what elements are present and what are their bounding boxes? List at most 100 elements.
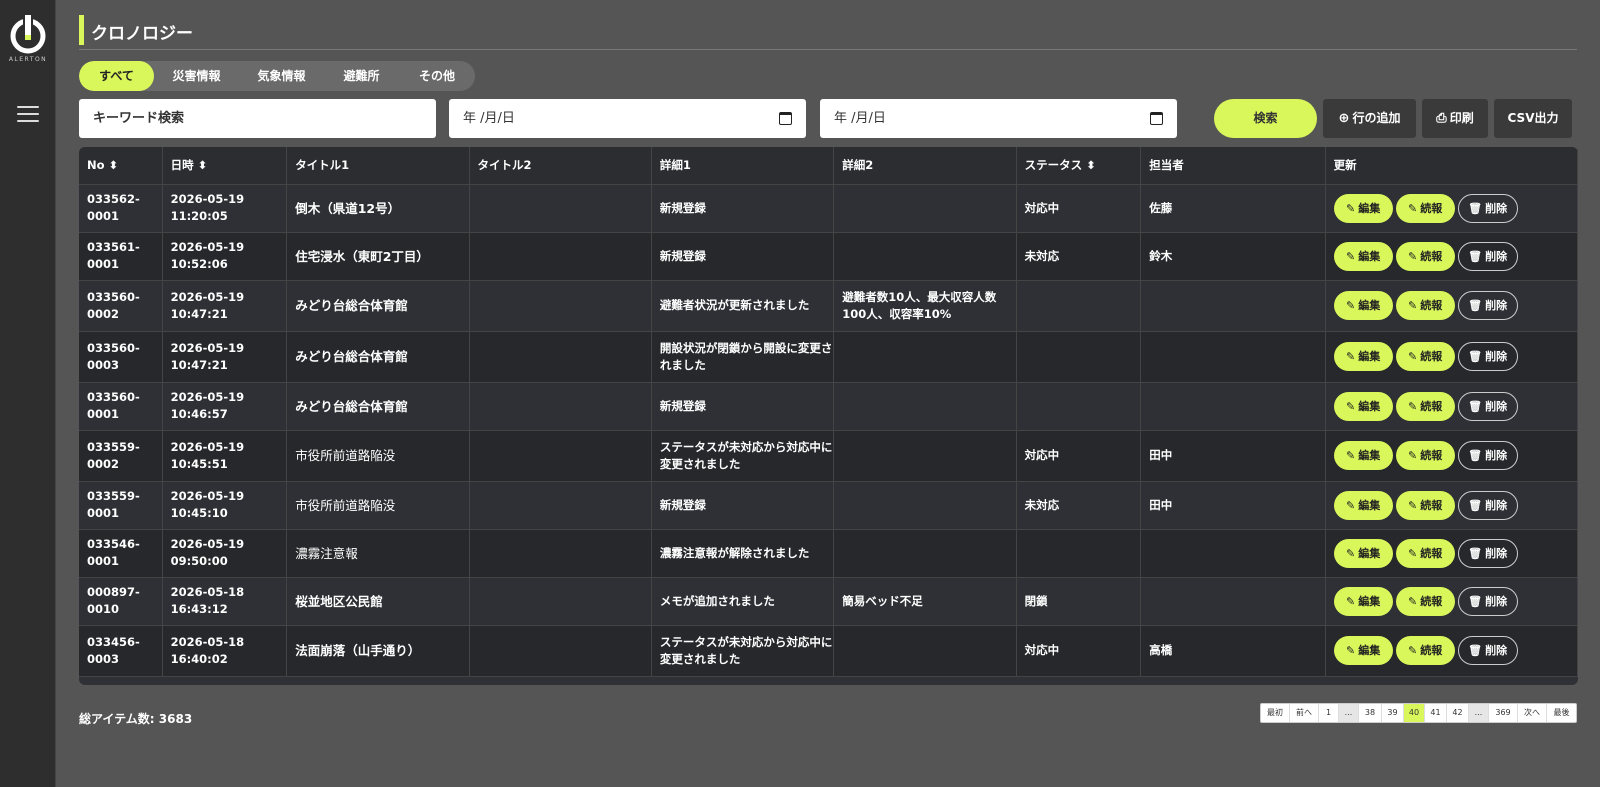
cell-no: 033546-0001	[79, 529, 163, 578]
csv-export-button[interactable]: CSV出力	[1494, 99, 1572, 138]
table-row[interactable]: 033562-0001 2026-05-19 11:20:05 倒木（県道12号） 新…	[79, 184, 1578, 233]
edit-button[interactable]: ✎ 編集	[1333, 441, 1393, 470]
followup-button[interactable]: ✎ 続報	[1395, 342, 1455, 371]
add-row-button[interactable]: ⊕ 行の追加	[1323, 99, 1416, 138]
delete-button[interactable]: 🗑 削除	[1457, 193, 1518, 223]
cell-assignee	[1140, 280, 1326, 332]
edit-button[interactable]: ✎ 編集	[1333, 193, 1393, 223]
edit-button[interactable]: ✎ 編集	[1333, 291, 1393, 320]
edit-icon: ✎	[1346, 249, 1356, 263]
edit-button[interactable]: ✎ 編集	[1333, 342, 1393, 371]
delete-button[interactable]: 🗑 削除	[1457, 636, 1518, 665]
page-link[interactable]: 41	[1425, 704, 1447, 722]
followup-button[interactable]: ✎ 続報	[1395, 241, 1455, 271]
followup-button[interactable]: ✎ 続報	[1395, 441, 1455, 470]
table-row[interactable]: 033546-0001 2026-05-19 09:50:00 濃霧注意報 濃霧注意報…	[79, 529, 1578, 578]
delete-button[interactable]: 🗑 削除	[1457, 490, 1518, 520]
cell-no: 033559-0002	[79, 430, 163, 482]
followup-button[interactable]: ✎ 続報	[1395, 291, 1455, 320]
plus-circle-icon: ⊕	[1338, 111, 1350, 126]
followup-button[interactable]: ✎ 続報	[1395, 490, 1455, 520]
cell-datetime: 2026-05-19 10:47:21	[162, 331, 288, 383]
delete-button[interactable]: 🗑 削除	[1457, 291, 1518, 320]
delete-label: 削除	[1485, 546, 1508, 560]
followup-label: 続報	[1420, 594, 1443, 608]
page-link[interactable]: 40	[1404, 704, 1425, 722]
cell-detail1: 新規登録	[651, 232, 835, 281]
table-row[interactable]: 033560-0003 2026-05-19 10:47:21 みどり台総合体育館 開…	[79, 331, 1578, 383]
followup-button[interactable]: ✎ 続報	[1395, 538, 1455, 568]
cell-assignee	[1140, 382, 1326, 431]
cell-title1: みどり台総合体育館	[286, 280, 470, 332]
delete-button[interactable]: 🗑 削除	[1457, 538, 1518, 568]
followup-button[interactable]: ✎ 続報	[1395, 391, 1455, 421]
row-actions: ✎ 編集 ✎ 続報 🗑 削除	[1333, 193, 1577, 223]
header-datetime[interactable]: 日時 ⬍	[162, 147, 288, 185]
edit-icon: ✎	[1408, 399, 1418, 413]
cell-status: 対応中	[1016, 184, 1142, 233]
page-link[interactable]: 1	[1319, 704, 1339, 722]
page-link[interactable]: 最後	[1547, 704, 1576, 722]
row-actions: ✎ 編集 ✎ 続報 🗑 削除	[1333, 538, 1577, 568]
table-row[interactable]: 033559-0002 2026-05-19 10:45:51 市役所前道路陥没 ステ…	[79, 430, 1578, 482]
followup-button[interactable]: ✎ 続報	[1395, 193, 1455, 223]
hamburger-menu-icon[interactable]	[17, 106, 39, 124]
page-link[interactable]: 次へ	[1518, 704, 1547, 722]
cell-assignee: 田中	[1140, 481, 1326, 530]
page-link[interactable]: 前へ	[1290, 704, 1319, 722]
delete-button[interactable]: 🗑 削除	[1457, 441, 1518, 470]
tab-disaster[interactable]: 災害情報	[154, 61, 239, 91]
edit-button[interactable]: ✎ 編集	[1333, 490, 1393, 520]
edit-button[interactable]: ✎ 編集	[1333, 636, 1393, 665]
followup-label: 続報	[1420, 644, 1443, 657]
edit-button[interactable]: ✎ 編集	[1333, 391, 1393, 421]
delete-button[interactable]: 🗑 削除	[1457, 586, 1518, 616]
print-button[interactable]: ⎙ 印刷	[1422, 99, 1488, 138]
table-row[interactable]: 033560-0002 2026-05-19 10:47:21 みどり台総合体育館 避…	[79, 280, 1578, 332]
cell-datetime: 2026-05-19 10:52:06	[162, 232, 288, 281]
keyword-search-input[interactable]: キーワード検索	[79, 99, 436, 138]
header-no[interactable]: No ⬍	[79, 147, 163, 185]
tab-weather[interactable]: 気象情報	[239, 61, 324, 91]
header-status[interactable]: ステータス ⬍	[1016, 147, 1142, 185]
cell-actions: ✎ 編集 ✎ 続報 🗑 削除	[1325, 382, 1578, 431]
trash-icon: 🗑	[1468, 201, 1483, 215]
delete-button[interactable]: 🗑 削除	[1457, 391, 1518, 421]
cell-no: 033559-0001	[79, 481, 163, 530]
followup-button[interactable]: ✎ 続報	[1395, 586, 1455, 616]
calendar-icon[interactable]	[779, 112, 792, 125]
table-row[interactable]: 033456-0003 2026-05-18 16:40:02 法面崩落（山手通り）…	[79, 625, 1578, 677]
table-row[interactable]: 033561-0001 2026-05-19 10:52:06 住宅浸水（東町2丁目…	[79, 232, 1578, 281]
trash-icon: 🗑	[1468, 546, 1483, 560]
date-to-field[interactable]: 年 /月/日	[820, 99, 1177, 138]
cell-title2	[469, 232, 652, 281]
cell-title2	[469, 529, 652, 578]
edit-button[interactable]: ✎ 編集	[1333, 586, 1393, 616]
table-row[interactable]: 000897-0010 2026-05-18 16:43:12 桜並地区公民館 メモが…	[79, 577, 1578, 626]
date-from-field[interactable]: 年 /月/日	[449, 99, 806, 138]
table-row[interactable]: 033559-0001 2026-05-19 10:45:10 市役所前道路陥没 新規…	[79, 481, 1578, 530]
table-row[interactable]: 033560-0001 2026-05-19 10:46:57 みどり台総合体育館 新…	[79, 382, 1578, 431]
edit-icon: ✎	[1408, 498, 1418, 512]
page-link[interactable]: 42	[1447, 704, 1469, 722]
page-link[interactable]: 369	[1489, 704, 1518, 722]
page-link[interactable]: 39	[1382, 704, 1404, 722]
cell-title1: 法面崩落（山手通り）	[286, 625, 470, 677]
edit-button[interactable]: ✎ 編集	[1333, 241, 1393, 271]
page-title: クロノロジー	[91, 24, 193, 44]
search-button[interactable]: 検索	[1214, 99, 1317, 138]
tab-other[interactable]: その他	[399, 61, 475, 91]
cell-no: 033456-0003	[79, 625, 163, 677]
followup-button[interactable]: ✎ 続報	[1395, 636, 1455, 665]
page-link[interactable]: 38	[1359, 704, 1382, 722]
tab-all[interactable]: すべて	[79, 61, 154, 91]
edit-button[interactable]: ✎ 編集	[1333, 538, 1393, 568]
cell-detail2	[833, 232, 1017, 281]
tab-shelter[interactable]: 避難所	[324, 61, 399, 91]
calendar-icon[interactable]	[1150, 112, 1163, 125]
page-link[interactable]: 最初	[1261, 704, 1290, 722]
header-title2: タイトル2	[469, 147, 652, 185]
delete-button[interactable]: 🗑 削除	[1457, 241, 1518, 271]
cell-detail2: 簡易ベッド不足	[833, 577, 1017, 626]
delete-button[interactable]: 🗑 削除	[1457, 342, 1518, 371]
